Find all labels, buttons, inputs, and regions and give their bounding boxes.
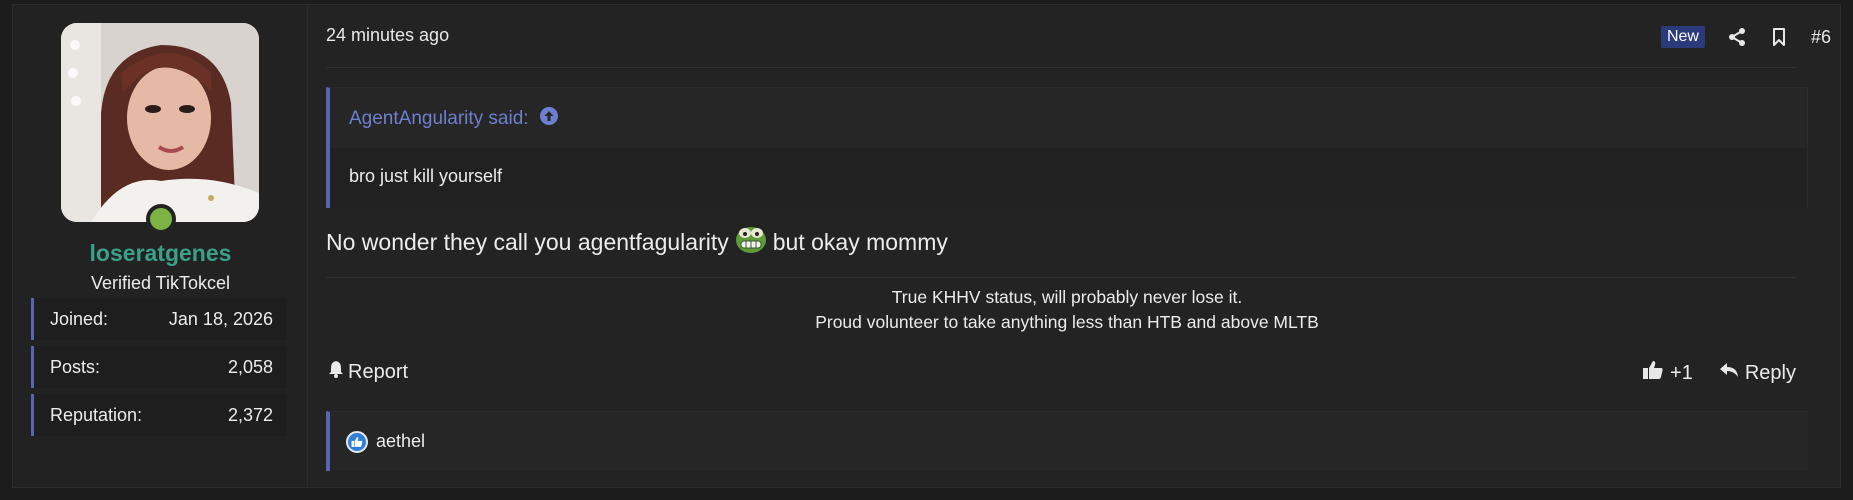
- stat-value: 2,372: [227, 404, 273, 425]
- reaction-users[interactable]: aethel: [376, 431, 425, 452]
- message-text: but okay mommy: [772, 228, 948, 255]
- report-button[interactable]: Report: [328, 360, 408, 384]
- like-button[interactable]: +1: [1642, 360, 1693, 386]
- stat-value: 2,058: [227, 356, 273, 377]
- stat-joined: Joined: Jan 18, 2026: [31, 298, 287, 340]
- avatar-image: [61, 23, 259, 222]
- stat-value: Jan 18, 2026: [168, 308, 273, 329]
- like-count: +1: [1670, 361, 1693, 384]
- stat-label: Joined:: [50, 308, 109, 329]
- reply-label: Reply: [1744, 361, 1796, 384]
- pepe-emoji-icon: [735, 224, 767, 260]
- user-signature: True KHHV status, will probably never lo…: [326, 285, 1808, 335]
- quote-block: AgentAngularity said: bro just kill your…: [326, 87, 1808, 208]
- quote-attribution[interactable]: AgentAngularity said:: [349, 106, 559, 132]
- avatar[interactable]: [61, 23, 259, 222]
- stat-label: Posts:: [50, 356, 101, 377]
- signature-line: True KHHV status, will probably never lo…: [891, 287, 1243, 307]
- stat-reputation: Reputation: 2,372: [31, 394, 287, 436]
- stat-label: Reputation:: [50, 404, 143, 425]
- report-label: Report: [348, 360, 409, 383]
- new-badge: New: [1660, 26, 1705, 48]
- quote-text: bro just kill yourself: [349, 166, 503, 186]
- bookmark-icon[interactable]: [1769, 27, 1789, 47]
- arrow-up-circle-icon[interactable]: [539, 106, 559, 132]
- share-icon[interactable]: [1727, 27, 1747, 47]
- username[interactable]: loseratgenes: [13, 240, 308, 267]
- header-divider: [326, 67, 1796, 68]
- user-title: Verified TikTokcel: [90, 273, 231, 293]
- forum-post: loseratgenes Verified TikTokcel Joined: …: [12, 4, 1841, 488]
- post-actions: +1 Reply: [1642, 360, 1796, 386]
- reactions-bar[interactable]: aethel: [326, 411, 1808, 471]
- thumbs-up-icon: [1642, 360, 1664, 386]
- signature-line: Proud volunteer to take anything less th…: [815, 312, 1319, 332]
- online-status-indicator: [146, 204, 176, 234]
- post-timestamp[interactable]: 24 minutes ago: [326, 25, 449, 46]
- post-number-link[interactable]: #6: [1811, 27, 1831, 48]
- bell-icon: [328, 360, 344, 384]
- quote-body: bro just kill yourself: [330, 148, 1807, 208]
- user-panel: loseratgenes Verified TikTokcel Joined: …: [13, 5, 308, 487]
- reply-button[interactable]: Reply: [1719, 361, 1796, 385]
- quote-author[interactable]: AgentAngularity said:: [349, 108, 529, 130]
- thumbs-up-reaction-icon: [346, 430, 368, 453]
- post-header-actions: New #6: [1660, 23, 1831, 51]
- post-message: No wonder they call you agentfagularity …: [326, 224, 948, 260]
- message-text: No wonder they call you agentfagularity: [326, 228, 729, 255]
- signature-divider: [326, 277, 1796, 278]
- reply-icon: [1719, 361, 1739, 385]
- post-main: 24 minutes ago New #6 AgentAngularity sa…: [309, 5, 1840, 487]
- stat-posts: Posts: 2,058: [31, 346, 287, 388]
